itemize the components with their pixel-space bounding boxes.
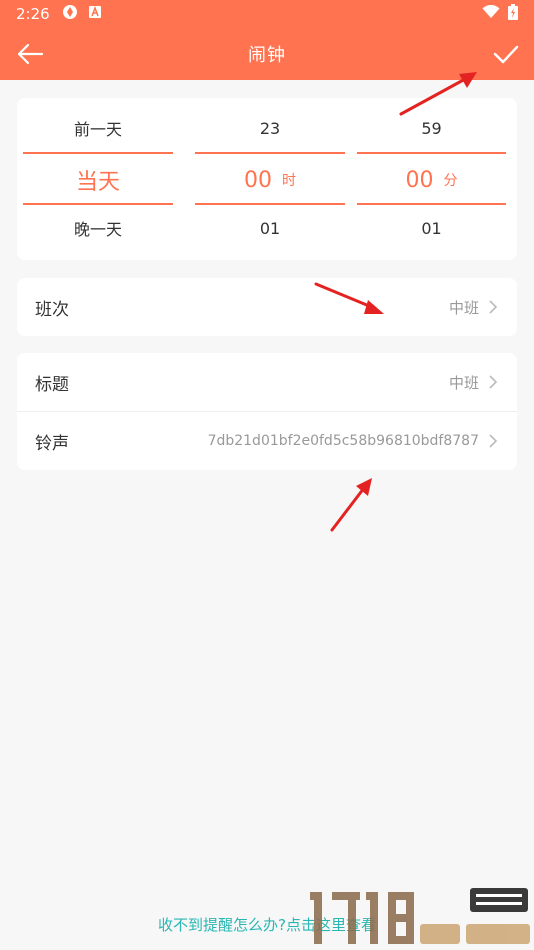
title-row[interactable]: 标题 中班	[17, 353, 517, 411]
battery-icon	[508, 4, 518, 24]
day-picker-column[interactable]: 前一天 当天 晚一天	[23, 98, 173, 260]
minute-unit-label: 分	[443, 173, 458, 189]
chevron-right-icon	[487, 374, 499, 390]
annotation-arrow-icon	[330, 478, 372, 532]
status-bar: 2:26	[0, 0, 534, 28]
shift-card: 班次 中班	[17, 278, 517, 336]
hour-option-prev[interactable]: 23	[195, 112, 345, 144]
shift-value: 中班	[448, 298, 479, 317]
picker-divider	[195, 152, 345, 154]
title-label: 标题	[35, 374, 69, 395]
hour-unit-label: 时	[282, 173, 296, 189]
picker-divider	[357, 152, 506, 154]
page-title: 闹钟	[248, 45, 286, 66]
minute-value: 00	[405, 167, 434, 193]
annotation-arrow-icon	[314, 282, 384, 314]
watermark-logo	[310, 888, 530, 944]
minute-picker-column[interactable]: 59 00 分 01	[357, 98, 506, 260]
hour-picker-column[interactable]: 23 00 时 01	[195, 98, 345, 260]
shift-row[interactable]: 班次 中班	[17, 278, 517, 336]
chevron-right-icon	[487, 299, 499, 315]
shift-label: 班次	[35, 299, 69, 320]
hour-option-selected[interactable]: 00 时	[195, 160, 345, 200]
back-arrow-icon[interactable]	[14, 38, 46, 70]
wifi-icon	[482, 4, 500, 23]
minute-option-next[interactable]: 01	[357, 212, 506, 244]
ringtone-row[interactable]: 铃声 7db21d01bf2e0fd5c58b96810bdf8787	[17, 412, 517, 470]
minute-option-selected[interactable]: 00 分	[357, 160, 506, 200]
status-time: 2:26	[16, 5, 50, 23]
settings-card: 标题 中班 铃声 7db21d01bf2e0fd5c58b96810bdf878…	[17, 353, 517, 470]
ringtone-label: 铃声	[35, 433, 69, 454]
time-picker-card: 前一天 当天 晚一天 23 00 时 01 59 00 分 01	[17, 98, 517, 260]
day-option-selected[interactable]: 当天	[23, 160, 173, 200]
hour-value: 00	[244, 167, 272, 193]
a-notification-icon	[88, 5, 102, 23]
ringtone-value: 7db21d01bf2e0fd5c58b96810bdf8787	[207, 433, 479, 449]
chevron-right-icon	[487, 433, 499, 449]
picker-divider	[23, 152, 173, 154]
hour-option-next[interactable]: 01	[195, 212, 345, 244]
annotation-arrow-icon	[399, 72, 477, 116]
day-option-next[interactable]: 晚一天	[23, 212, 173, 244]
picker-divider	[23, 203, 173, 205]
app-notification-icon	[62, 4, 78, 24]
day-option-prev[interactable]: 前一天	[23, 112, 173, 144]
title-value: 中班	[448, 373, 479, 392]
picker-divider	[357, 203, 506, 205]
picker-divider	[195, 203, 345, 205]
confirm-check-icon[interactable]	[490, 38, 522, 70]
